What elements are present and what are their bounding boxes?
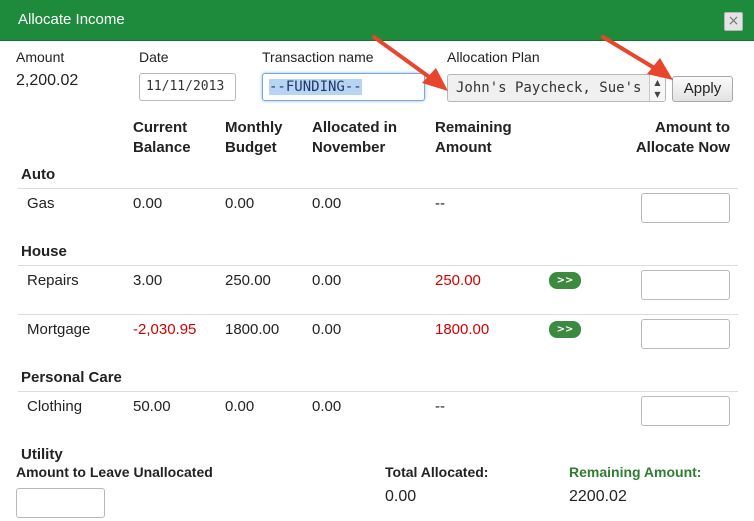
current-balance-cell: 50.00 bbox=[133, 398, 171, 415]
allocate-now-input[interactable] bbox=[641, 270, 730, 300]
row-name: Gas bbox=[27, 195, 55, 212]
remaining-cell: 250.00 bbox=[435, 272, 481, 289]
allocation-plan-select[interactable]: John's Paycheck, Sue's Pa ▲ ▼ bbox=[447, 74, 666, 102]
column-header-remaining: Remaining Amount bbox=[435, 119, 512, 156]
current-balance-cell: 3.00 bbox=[133, 272, 163, 289]
remaining-cell: 1800.00 bbox=[435, 321, 490, 338]
transaction-name-value: --FUNDING-- bbox=[269, 79, 362, 95]
category-heading-auto: Auto bbox=[21, 166, 56, 183]
total-allocated-label: Total Allocated: bbox=[385, 464, 489, 480]
column-header-monthly-budget: Monthly Budget bbox=[225, 119, 283, 156]
leave-unallocated-input[interactable] bbox=[16, 488, 105, 518]
monthly-budget-cell: 0.00 bbox=[225, 195, 255, 212]
row-divider bbox=[18, 265, 738, 266]
current-balance-cell: -2,030.95 bbox=[133, 321, 197, 338]
column-header-allocated: Allocated in November bbox=[312, 119, 398, 156]
allocate-now-input[interactable] bbox=[641, 396, 730, 426]
remaining-amount-value: 2200.02 bbox=[569, 488, 627, 505]
row-divider bbox=[18, 391, 738, 392]
close-icon[interactable]: × bbox=[724, 12, 743, 31]
category-heading-utility: Utility bbox=[21, 446, 63, 463]
row-name: Repairs bbox=[27, 272, 79, 289]
allocated-cell: 0.00 bbox=[312, 195, 342, 212]
monthly-budget-cell: 1800.00 bbox=[225, 321, 280, 338]
transaction-name-field[interactable]: --FUNDING-- bbox=[262, 73, 425, 101]
apply-button[interactable]: Apply bbox=[672, 76, 733, 102]
row-divider bbox=[18, 188, 738, 189]
move-remaining-button[interactable]: >> bbox=[549, 272, 581, 289]
category-heading-house: House bbox=[21, 243, 67, 260]
remaining-cell: -- bbox=[435, 195, 445, 212]
row-divider bbox=[18, 314, 738, 315]
allocate-now-input[interactable] bbox=[641, 319, 730, 349]
dialog-title: Allocate Income bbox=[18, 11, 125, 28]
allocated-cell: 0.00 bbox=[312, 398, 342, 415]
column-header-current-balance: Current Balance bbox=[133, 119, 191, 156]
monthly-budget-cell: 250.00 bbox=[225, 272, 271, 289]
allocated-cell: 0.00 bbox=[312, 272, 342, 289]
allocated-cell: 0.00 bbox=[312, 321, 342, 338]
column-header-allocate-now: Amount to Allocate Now bbox=[635, 119, 730, 156]
total-allocated-value: 0.00 bbox=[385, 488, 417, 505]
allocate-now-input[interactable] bbox=[641, 193, 730, 223]
row-name: Mortgage bbox=[27, 321, 91, 338]
allocation-plan-value: John's Paycheck, Sue's Pa bbox=[456, 80, 666, 96]
monthly-budget-cell: 0.00 bbox=[225, 398, 255, 415]
remaining-amount-label: Remaining Amount: bbox=[569, 464, 702, 480]
category-heading-personal-care: Personal Care bbox=[21, 369, 122, 386]
amount-label: Amount bbox=[16, 49, 65, 65]
remaining-cell: -- bbox=[435, 398, 445, 415]
transaction-name-label: Transaction name bbox=[262, 49, 374, 65]
select-stepper-icon[interactable]: ▲ ▼ bbox=[649, 75, 665, 101]
dialog-title-bar: Allocate Income × bbox=[0, 0, 754, 41]
leave-unallocated-label: Amount to Leave Unallocated bbox=[16, 464, 213, 480]
date-label: Date bbox=[139, 49, 169, 65]
allocation-plan-label: Allocation Plan bbox=[447, 49, 540, 65]
current-balance-cell: 0.00 bbox=[133, 195, 163, 212]
move-remaining-button[interactable]: >> bbox=[549, 321, 581, 338]
date-field[interactable]: 11/11/2013 bbox=[139, 73, 236, 101]
amount-value: 2,200.02 bbox=[16, 72, 79, 89]
row-name: Clothing bbox=[27, 398, 83, 415]
